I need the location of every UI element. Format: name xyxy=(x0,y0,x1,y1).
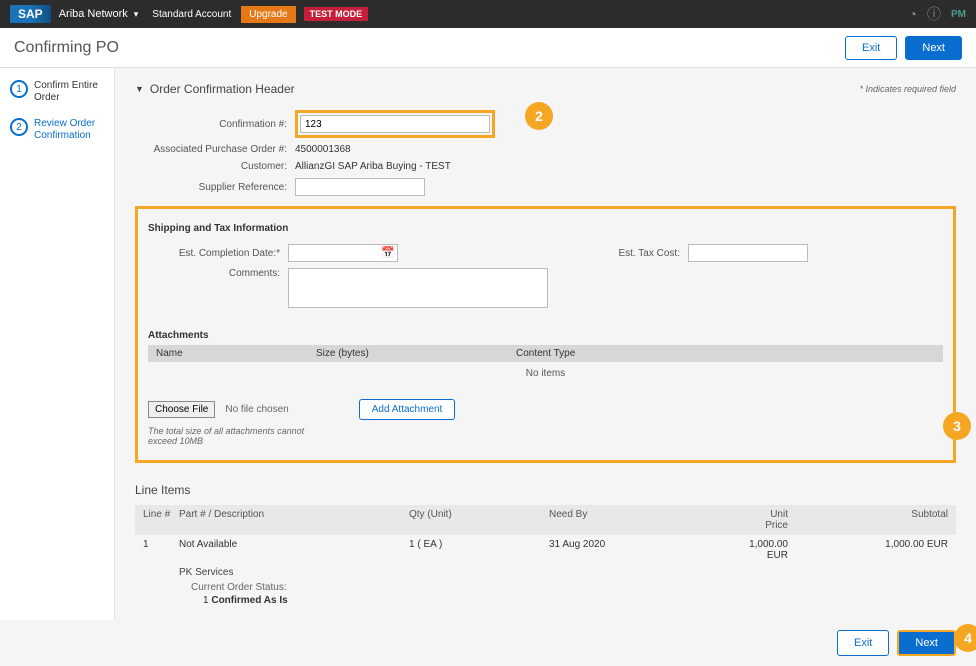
supplier-ref-input[interactable] xyxy=(295,178,425,196)
attachments-title: Attachments xyxy=(148,330,943,341)
wizard-step-confirm[interactable]: 1 Confirm Entire Order xyxy=(10,80,106,104)
step-label-2: Review Order Confirmation xyxy=(34,118,106,142)
wizard-sidebar: 1 Confirm Entire Order 2 Review Order Co… xyxy=(0,68,115,620)
col-line: Line # xyxy=(143,509,179,531)
line-items-title: Line Items xyxy=(135,483,956,497)
cell-description: PK Services xyxy=(135,567,956,578)
line-items-section: Line Items Line # Part # / Description Q… xyxy=(135,483,956,606)
line-item-row: 1 Not Available 1 ( EA ) 31 Aug 2020 1,0… xyxy=(135,535,956,565)
shipping-tax-title: Shipping and Tax Information xyxy=(148,223,943,234)
col-qty: Qty (Unit) xyxy=(409,509,549,531)
attach-col-name: Name xyxy=(156,348,316,359)
required-note: * Indicates required field xyxy=(859,84,956,94)
attach-col-size: Size (bytes) xyxy=(316,348,516,359)
cell-line: 1 xyxy=(143,539,179,561)
cell-price: 1,000.00 EUR xyxy=(749,539,848,561)
completion-date-label: Est. Completion Date:* xyxy=(148,248,288,259)
comments-label: Comments: xyxy=(148,268,288,279)
confirmation-number-label: Confirmation #: xyxy=(135,119,295,130)
step-label-1: Confirm Entire Order xyxy=(34,80,106,104)
help-icon[interactable]: ⓘ xyxy=(927,4,941,24)
upgrade-button[interactable]: Upgrade xyxy=(241,6,295,23)
attachment-size-note: The total size of all attachments cannot… xyxy=(148,426,328,446)
confirmation-highlight xyxy=(295,110,495,138)
comments-textarea[interactable] xyxy=(288,268,548,308)
col-need: Need By xyxy=(549,509,749,531)
cell-subtotal: 1,000.00 EUR xyxy=(848,539,948,561)
order-status-label: Current Order Status: xyxy=(135,582,956,593)
step-number-2: 2 xyxy=(10,118,28,136)
col-part: Part # / Description xyxy=(179,509,409,531)
attachments-header-row: Name Size (bytes) Content Type xyxy=(148,345,943,362)
step-number-1: 1 xyxy=(10,80,28,98)
po-number-value: 4500001368 xyxy=(295,144,351,155)
po-number-label: Associated Purchase Order #: xyxy=(135,144,295,155)
next-button-bottom[interactable]: Next xyxy=(897,630,956,656)
col-subtotal: Subtotal xyxy=(848,509,948,531)
attachments-empty: No items xyxy=(148,362,943,385)
customer-label: Customer: xyxy=(135,161,295,172)
chevron-down-icon[interactable]: ▾ xyxy=(134,9,139,20)
account-type-label: Standard Account xyxy=(152,9,231,20)
calendar-icon[interactable]: 📅 xyxy=(381,246,395,259)
product-title: Ariba Network xyxy=(59,8,128,20)
main-content: ▼ Order Confirmation Header * Indicates … xyxy=(115,68,976,620)
page-header: Confirming PO Exit Next xyxy=(0,28,976,68)
confirmation-number-input[interactable] xyxy=(300,115,490,133)
cell-qty: 1 ( EA ) xyxy=(409,539,549,561)
col-price: Unit Price xyxy=(749,509,848,531)
no-file-label: No file chosen xyxy=(225,404,288,415)
add-attachment-button[interactable]: Add Attachment xyxy=(359,399,456,420)
shipping-tax-section: Shipping and Tax Information Est. Comple… xyxy=(135,206,956,463)
callout-2: 2 xyxy=(525,102,553,130)
page-title: Confirming PO xyxy=(14,39,119,57)
choose-file-button[interactable]: Choose File xyxy=(148,401,215,418)
cell-part: Not Available xyxy=(179,539,409,561)
callout-4: 4 xyxy=(954,624,976,652)
order-status-value: 1 Confirmed As Is xyxy=(135,595,956,606)
top-navbar: SAP Ariba Network ▾ Standard Account Upg… xyxy=(0,0,976,28)
line-items-header: Line # Part # / Description Qty (Unit) N… xyxy=(135,505,956,535)
callout-3: 3 xyxy=(943,412,971,440)
sap-logo: SAP xyxy=(10,5,51,23)
settings-icon[interactable]: ◔ xyxy=(909,6,917,22)
attach-col-type: Content Type xyxy=(516,348,575,359)
tax-cost-input[interactable] xyxy=(688,244,808,262)
tax-cost-label: Est. Tax Cost: xyxy=(588,248,688,259)
user-avatar[interactable]: PM xyxy=(951,9,966,20)
customer-value: AllianzGI SAP Ariba Buying - TEST xyxy=(295,161,451,172)
supplier-ref-label: Supplier Reference: xyxy=(135,182,295,193)
collapse-toggle-icon[interactable]: ▼ xyxy=(135,84,144,94)
exit-button-top[interactable]: Exit xyxy=(845,36,897,60)
footer-actions: Exit Next 4 xyxy=(0,620,976,666)
next-button-top[interactable]: Next xyxy=(905,36,962,60)
section-header: ▼ Order Confirmation Header * Indicates … xyxy=(135,82,956,96)
exit-button-bottom[interactable]: Exit xyxy=(837,630,889,656)
cell-need: 31 Aug 2020 xyxy=(549,539,749,561)
wizard-step-review[interactable]: 2 Review Order Confirmation xyxy=(10,118,106,142)
test-mode-badge: TEST MODE xyxy=(304,7,369,21)
section-title: Order Confirmation Header xyxy=(150,82,295,96)
